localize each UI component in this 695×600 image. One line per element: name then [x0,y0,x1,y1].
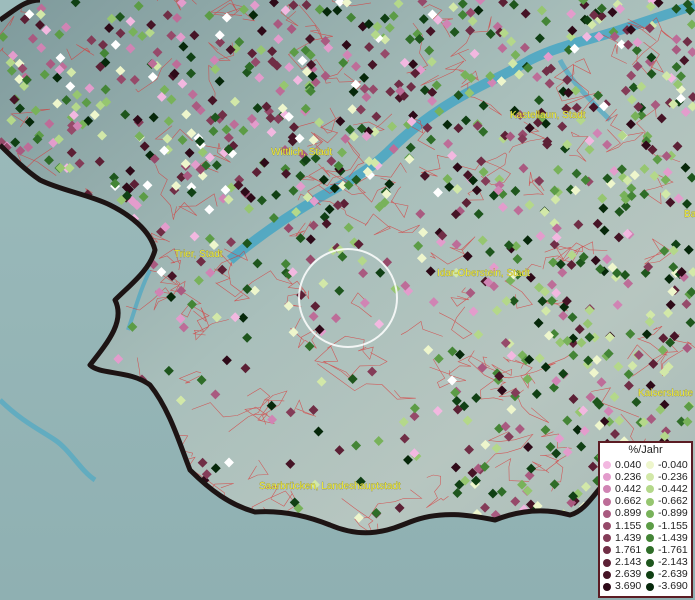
legend-entry-negative: -0.236 [646,470,689,483]
city-label-kaiserslautern[interactable]: Kaiserslaute [638,388,694,399]
legend-swatch [646,497,654,506]
legend-entry-positive: 0.236 [603,470,646,483]
legend: %/Jahr 0.040 -0.040 0.236 -0.236 0.442 -0.442… [598,441,693,598]
legend-value: -1.761 [658,543,688,556]
legend-swatch [603,558,611,567]
legend-swatch [646,546,654,555]
legend-swatch [603,522,611,531]
legend-entry-negative: -1.439 [646,531,689,544]
legend-swatch [603,485,611,494]
legend-value: -3.690 [658,580,688,593]
legend-swatch [646,534,654,543]
city-label-ba[interactable]: Ba [684,209,695,220]
city-label-saarbruecken[interactable]: Saarbrücken, Landeshauptstadt [259,481,401,492]
legend-value: -0.040 [658,458,688,471]
legend-row: 0.040 -0.040 [603,459,689,471]
legend-entry-negative: -2.639 [646,569,689,580]
legend-value: 0.899 [615,507,642,520]
legend-swatch [646,509,654,518]
legend-swatch [646,473,654,482]
legend-entry-negative: -0.442 [646,482,689,495]
legend-row: 0.442 -0.442 [603,483,689,495]
map-canvas[interactable]: Kastellaun, Stadt Wittlich, Stadt Trier,… [0,0,695,600]
legend-swatch [603,473,611,482]
legend-swatch [603,461,611,470]
legend-entry-positive: 1.155 [603,519,646,532]
city-label-wittlich[interactable]: Wittlich, Stadt [271,147,333,158]
legend-entry-negative: -1.155 [646,519,689,532]
legend-row: 3.690 -3.690 [603,581,689,593]
legend-value: -2.639 [658,568,688,581]
city-label-kastellaun[interactable]: Kastellaun, Stadt [510,110,586,121]
legend-swatch [603,534,611,543]
legend-row: 1.155 -1.155 [603,520,689,532]
legend-value: 1.761 [615,543,642,556]
legend-value: -0.899 [658,507,688,520]
legend-swatch [603,582,611,591]
legend-value: -1.439 [658,531,688,544]
legend-swatch [603,497,611,506]
legend-entry-positive: 1.761 [603,543,646,556]
legend-value: 0.040 [615,458,642,471]
legend-entry-positive: 3.690 [603,581,646,592]
legend-value: -2.143 [658,556,688,569]
legend-value: 0.662 [615,495,642,508]
legend-entry-positive: 0.662 [603,496,646,507]
legend-swatch [646,522,654,531]
legend-swatch [603,509,611,518]
legend-value: -1.155 [658,519,688,532]
legend-row: 2.639 -2.639 [603,569,689,581]
legend-swatch [646,558,654,567]
legend-entry-positive: 1.439 [603,531,646,544]
legend-swatch [646,461,654,470]
legend-title: %/Jahr [628,444,663,456]
legend-entry-positive: 2.143 [603,557,646,568]
legend-row: 0.662 -0.662 [603,496,689,508]
legend-entry-negative: -2.143 [646,557,689,568]
legend-row: 2.143 -2.143 [603,557,689,569]
city-label-idar-oberstein[interactable]: Idar-Oberstein, Stadt [437,268,530,279]
legend-row: 1.439 -1.439 [603,532,689,544]
legend-rows: 0.040 -0.040 0.236 -0.236 0.442 -0.442 0.662 -0… [603,459,689,593]
legend-value: 0.236 [615,470,642,483]
legend-entry-negative: -0.899 [646,508,689,519]
legend-swatch [646,570,654,579]
legend-row: 1.761 -1.761 [603,544,689,556]
legend-entry-negative: -1.761 [646,543,689,556]
legend-value: 1.439 [615,531,642,544]
legend-value: 2.143 [615,556,642,569]
legend-swatch [646,582,654,591]
legend-entry-positive: 0.442 [603,482,646,495]
legend-entry-negative: -0.040 [646,458,689,471]
legend-value: 1.155 [615,519,642,532]
legend-entry-positive: 0.899 [603,508,646,519]
legend-entry-negative: -3.690 [646,581,689,592]
legend-swatch [603,546,611,555]
legend-entry-positive: 2.639 [603,569,646,580]
city-label-trier[interactable]: Trier, Stadt [174,249,223,260]
legend-swatch [603,570,611,579]
legend-value: 0.442 [615,482,642,495]
legend-value: 2.639 [615,568,642,581]
legend-value: -0.662 [658,495,688,508]
legend-entry-positive: 0.040 [603,458,646,471]
legend-row: 0.236 -0.236 [603,471,689,483]
legend-value: -0.442 [658,482,688,495]
legend-swatch [646,485,654,494]
legend-value: -0.236 [658,470,688,483]
legend-row: 0.899 -0.899 [603,508,689,520]
legend-entry-negative: -0.662 [646,496,689,507]
legend-value: 3.690 [615,580,642,593]
